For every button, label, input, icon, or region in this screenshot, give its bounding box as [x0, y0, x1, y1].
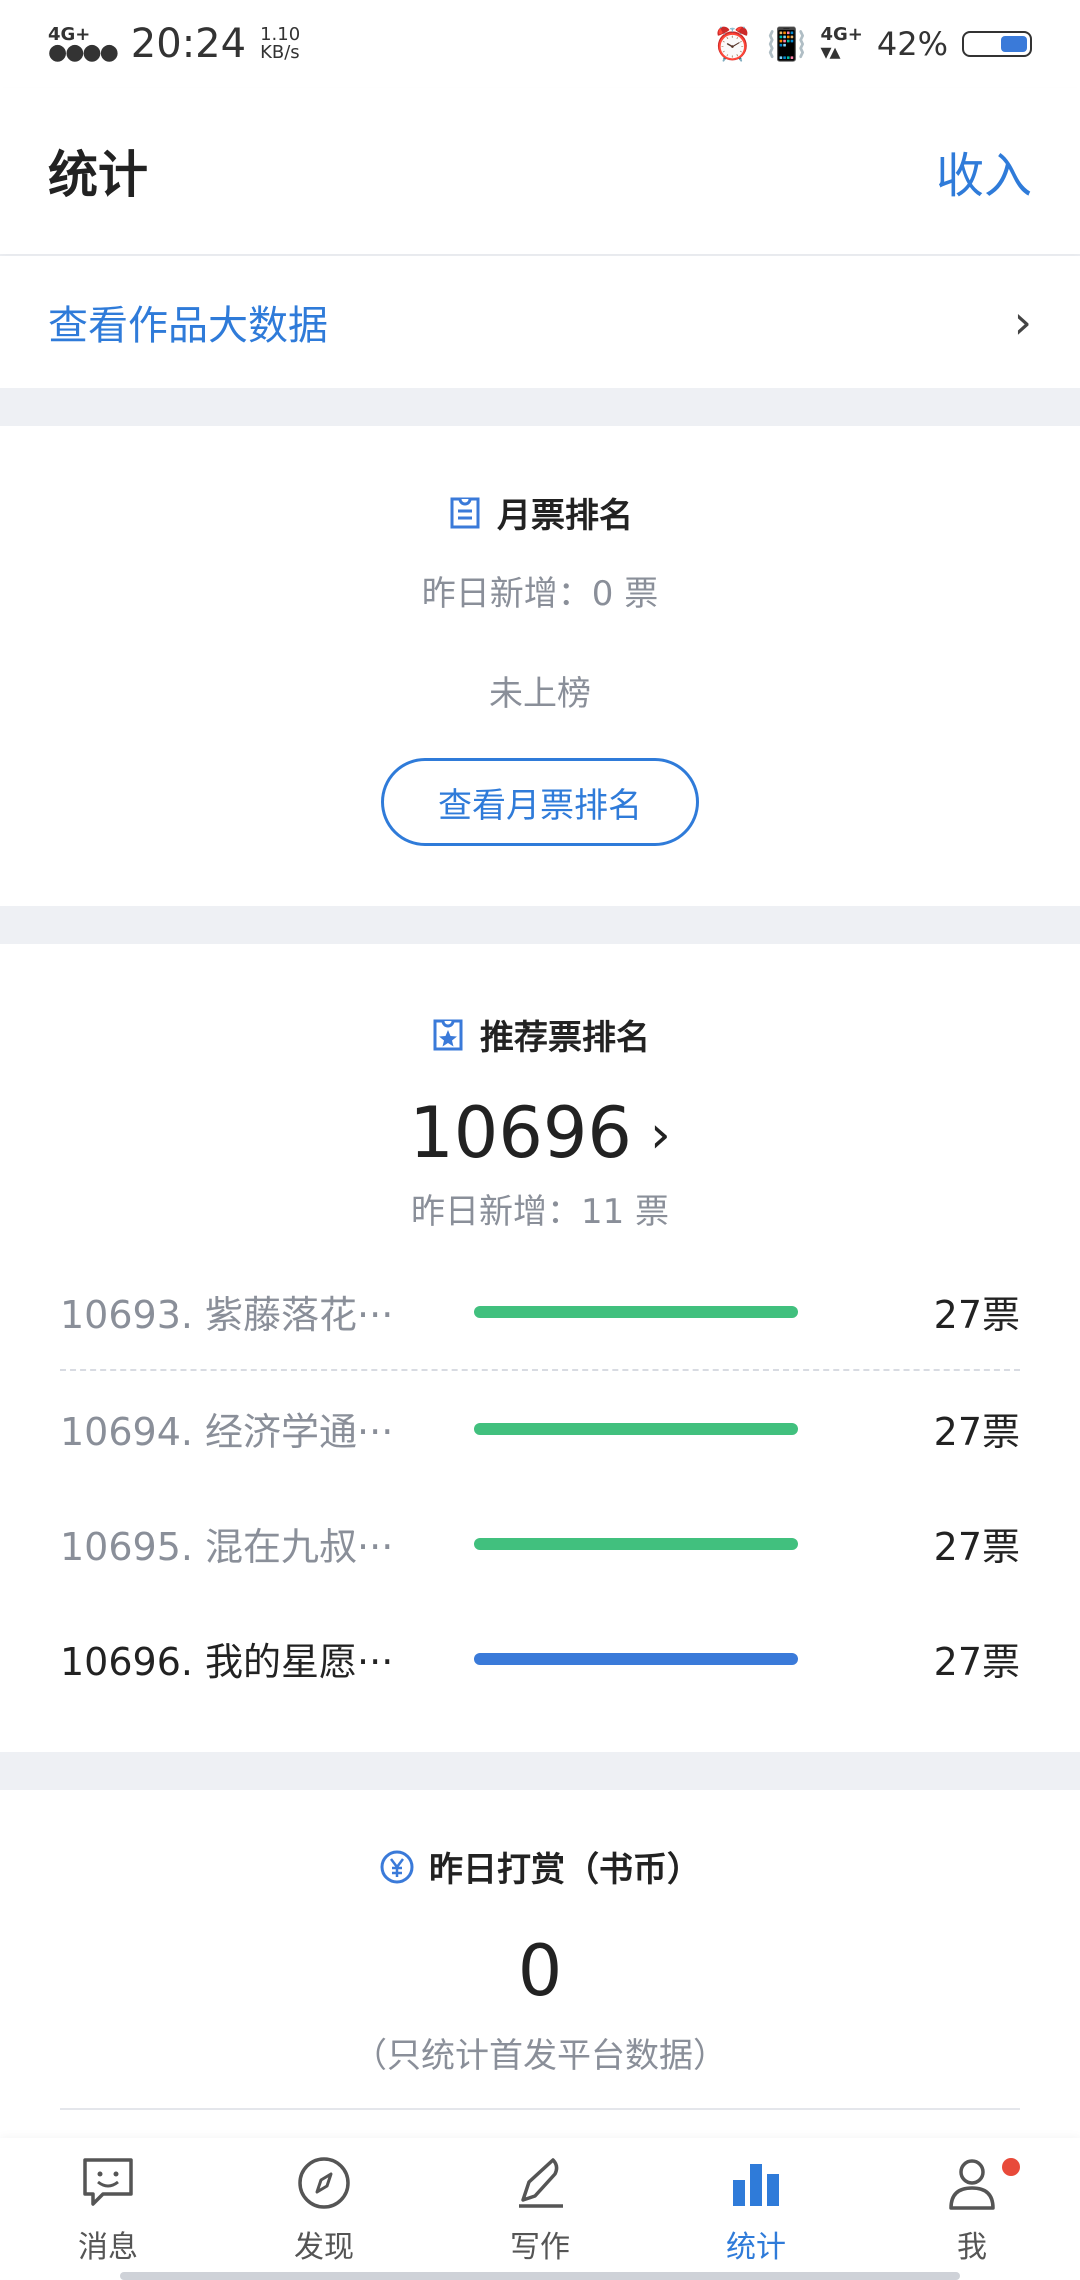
work-big-data-row[interactable]: 查看作品大数据 › [0, 256, 1080, 388]
recommend-rank-value: 10696 [409, 1092, 632, 1174]
ranking-row: 10693. 紫藤落花··· 27票 [60, 1254, 1020, 1371]
ranking-votes: 27票 [933, 1410, 1020, 1454]
nav-label: 消息 [78, 2230, 138, 2265]
network-indicator: 4G+ ●●●● [48, 26, 119, 65]
ranking-bar [474, 1305, 798, 1318]
nav-label: 发现 [294, 2230, 354, 2265]
chevron-right-icon: › [1013, 295, 1032, 349]
ranking-list: 10693. 紫藤落花··· 27票 10694. 经济学通··· 27票 10… [60, 1254, 1020, 1716]
recommend-ticket-header: 推荐票排名 [0, 1010, 1080, 1059]
ranking-bar [474, 1537, 798, 1550]
nav-item-messages[interactable]: 消息 [0, 2138, 216, 2280]
status-bar: 4G+ ●●●● 20:24 1.10 KB/s ⏰ 📳 4G+ ▾▴ 42% [0, 0, 1080, 88]
reward-header: 昨日打赏（书币） [0, 1842, 1080, 1891]
ranking-name: 10693. 紫藤落花··· [60, 1293, 394, 1337]
network-speed: 1.10 KB/s [260, 26, 300, 62]
star-ticket-icon [433, 1019, 463, 1050]
monthly-ticket-card: 月票排名 昨日新增：0 票 未上榜 查看月票排名 [0, 426, 1080, 906]
ranking-bar [474, 1422, 798, 1435]
nav-item-write[interactable]: 写作 [432, 2138, 648, 2280]
ranking-bar [474, 1652, 798, 1665]
work-big-data-label: 查看作品大数据 [48, 303, 328, 349]
signal-icon-2: ▾▴ [820, 40, 840, 65]
pen-icon [519, 2158, 563, 2208]
user-icon [949, 2159, 995, 2210]
monthly-ticket-yesterday: 昨日新增：0 票 [421, 574, 659, 614]
reward-value: 0 [517, 1930, 563, 2012]
bar-chart-icon [733, 2164, 779, 2206]
reward-note: （只统计首发平台数据） [353, 2036, 727, 2076]
ranking-name: 10695. 混在九叔··· [60, 1525, 394, 1569]
nav-label: 我 [957, 2230, 987, 2265]
ranking-votes: 27票 [933, 1293, 1020, 1337]
statistics-screen: 4G+ ●●●● 20:24 1.10 KB/s ⏰ 📳 4G+ ▾▴ 42% … [0, 0, 1080, 2280]
signal-icon: ●●●● [48, 40, 119, 65]
monthly-ticket-header: 月票排名 [0, 488, 1080, 537]
recommend-ticket-yesterday: 昨日新增：11 票 [410, 1192, 670, 1232]
battery-percent: 42% [876, 25, 948, 63]
view-monthly-ranking-button[interactable]: 查看月票排名 [381, 758, 699, 846]
income-link[interactable]: 收入 [936, 136, 1032, 206]
nav-item-statistics[interactable]: 统计 [648, 2138, 864, 2280]
divider [60, 2108, 1020, 2110]
nav-label: 统计 [726, 2230, 786, 2265]
battery-icon [962, 31, 1032, 57]
alarm-icon: ⏰ [712, 25, 753, 63]
notification-badge [1002, 2158, 1020, 2176]
ranking-row-current-work: 10696. 我的星愿··· 27票 [60, 1601, 1020, 1716]
ranking-name: 10696. 我的星愿··· [60, 1640, 394, 1684]
recommend-rank-link[interactable]: 10696 › [0, 1092, 1080, 1174]
network-indicator-2: 4G+ ▾▴ [820, 26, 862, 65]
chevron-right-icon: › [649, 1105, 671, 1165]
status-left: 4G+ ●●●● 20:24 1.10 KB/s [48, 21, 300, 67]
bottom-nav: 消息 发现 写作 统计 我 [0, 2138, 1080, 2280]
status-right: ⏰ 📳 4G+ ▾▴ 42% [712, 25, 1032, 65]
ranking-row: 10695. 混在九叔··· 27票 [60, 1486, 1020, 1601]
reward-card: 昨日打赏（书币） 0 （只统计首发平台数据） [0, 1790, 1080, 2140]
monthly-ticket-title: 月票排名 [497, 496, 633, 536]
reward-title: 昨日打赏（书币） [429, 1850, 701, 1890]
speed-unit: KB/s [260, 42, 300, 63]
recommend-ticket-title: 推荐票排名 [480, 1018, 650, 1058]
ranking-votes: 27票 [933, 1640, 1020, 1684]
ranking-row: 10694. 经济学通··· 27票 [60, 1371, 1020, 1486]
clock: 20:24 [130, 21, 247, 67]
compass-icon [298, 2157, 350, 2209]
recommend-ticket-card: 推荐票排名 10696 › 昨日新增：11 票 10693. 紫藤落花··· 2… [0, 944, 1080, 1752]
nav-item-discover[interactable]: 发现 [216, 2138, 432, 2280]
vibrate-icon: 📳 [766, 25, 807, 63]
monthly-ticket-status: 未上榜 [489, 674, 591, 714]
nav-item-me[interactable]: 我 [864, 2138, 1080, 2280]
message-icon [83, 2158, 133, 2206]
header: 统计 收入 [0, 88, 1080, 254]
gesture-bar [120, 2272, 960, 2280]
page-title: 统计 [48, 146, 148, 204]
ranking-votes: 27票 [933, 1525, 1020, 1569]
nav-label: 写作 [510, 2230, 570, 2265]
battery-fill [1001, 36, 1027, 52]
yuan-coin-icon [380, 1850, 414, 1883]
ranking-name: 10694. 经济学通··· [60, 1410, 394, 1454]
ticket-icon [450, 497, 480, 528]
